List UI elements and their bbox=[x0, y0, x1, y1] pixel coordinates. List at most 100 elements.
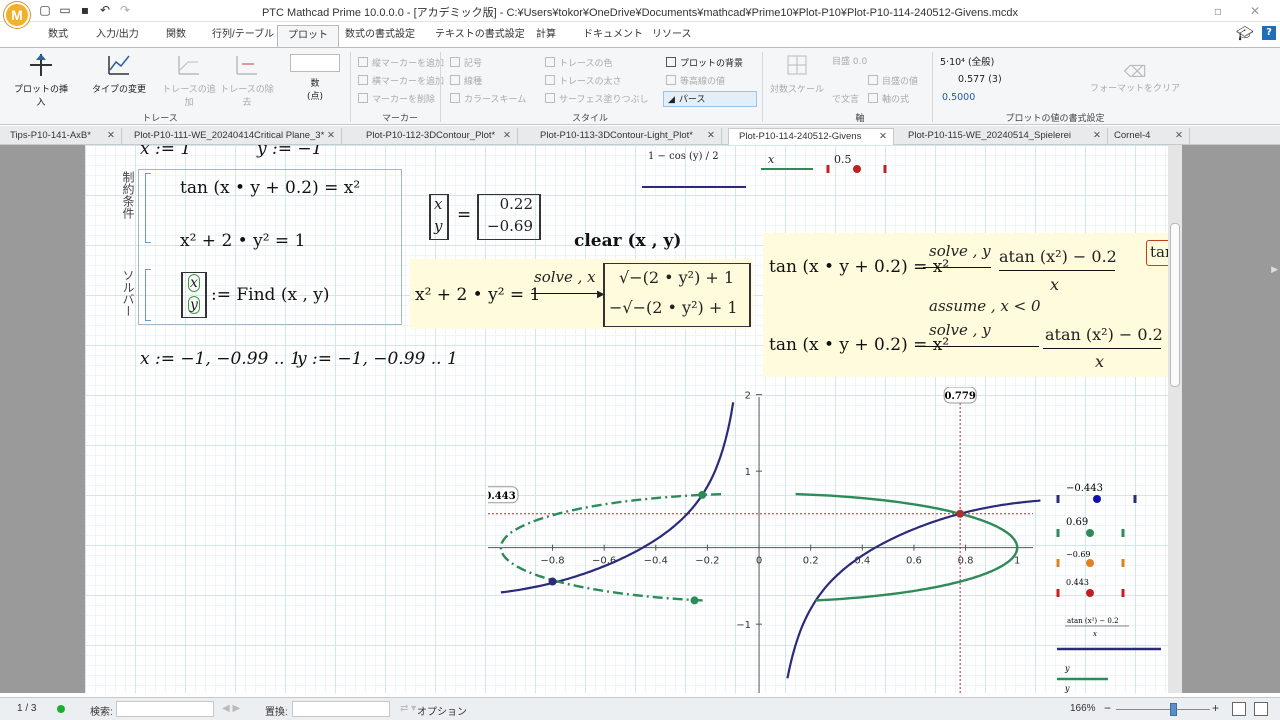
change-type-button[interactable]: タイプの変更 bbox=[88, 52, 150, 95]
constraint-equation-2[interactable]: x² + 2 • y² = 1 bbox=[180, 231, 305, 251]
partial-expression[interactable]: 1 − cos (y) / 2 bbox=[648, 151, 719, 162]
zoom-out-icon[interactable]: − bbox=[1104, 701, 1111, 715]
tab-math-format[interactable]: 数式の書式設定 bbox=[335, 25, 425, 47]
doc-tab[interactable]: Tips-P10-141-AxB* ✕ bbox=[0, 128, 122, 145]
symbol-dropdown[interactable]: 記号 bbox=[450, 56, 482, 72]
doc-tab[interactable]: Plot-P10-115-WE_20240514_Spielerei ✕ bbox=[898, 128, 1108, 145]
close-tab-icon[interactable]: ✕ bbox=[1093, 128, 1101, 144]
xy-plot[interactable]: −0.8 −0.6 −0.4 −0.2 0 0.2 0.4 0.6 0.8 1−112 0.779… bbox=[488, 387, 1043, 693]
solution-point[interactable] bbox=[698, 490, 707, 499]
doc-tab[interactable]: Cornel-4 ✕ bbox=[1104, 128, 1190, 145]
tab-document[interactable]: ドキュメント bbox=[573, 25, 653, 47]
x-definition[interactable]: x := 1 bbox=[140, 145, 191, 159]
scrollbar-thumb[interactable] bbox=[1170, 223, 1180, 387]
tick-values-button[interactable]: 目盛の値 bbox=[868, 74, 918, 90]
zoom-in-icon[interactable]: + bbox=[1212, 701, 1219, 715]
mathcad-logo-icon[interactable]: M bbox=[4, 2, 30, 28]
separator bbox=[932, 52, 933, 122]
format-precision-dropdown[interactable]: 0.577 (3) bbox=[958, 74, 1075, 85]
clear-expression[interactable]: clear (x , y) bbox=[574, 231, 681, 251]
doc-tab[interactable]: Plot-P10-112-3DContour_Plot* ✕ bbox=[356, 128, 518, 145]
result-rhs-vector[interactable]: 0.22 −0.69 bbox=[477, 194, 541, 240]
remove-trace-button[interactable]: トレースの除去 bbox=[216, 52, 278, 108]
group-marker-label: マーカー bbox=[381, 114, 418, 124]
doc-tab[interactable]: Plot-P10-113-3DContour-Light_Plot* ✕ bbox=[530, 128, 722, 145]
group-format-label: プロットの値の書式設定 bbox=[1005, 114, 1105, 124]
cut-off-expression[interactable]: tar bbox=[1146, 240, 1168, 266]
plot-background-dropdown[interactable]: プロットの背景 bbox=[666, 56, 743, 72]
restore-icon[interactable]: ▫ bbox=[1203, 2, 1233, 20]
constraint-equation-1[interactable]: tan (x • y + 0.2) = x² bbox=[180, 178, 360, 198]
solution-point[interactable] bbox=[548, 577, 557, 586]
zoom-slider-thumb[interactable] bbox=[1170, 703, 1177, 716]
close-tab-icon[interactable]: ✕ bbox=[107, 128, 115, 144]
search-input[interactable] bbox=[116, 701, 214, 717]
tab-text-format[interactable]: テキストの書式設定 bbox=[425, 25, 535, 47]
line-style-dropdown[interactable]: 線種 bbox=[450, 74, 482, 90]
y-definition[interactable]: y := −1 bbox=[257, 145, 322, 159]
close-tab-icon[interactable]: ✕ bbox=[1175, 128, 1183, 144]
tick-label-button[interactable]: 目盛 0.0 bbox=[832, 56, 868, 72]
tab-io[interactable]: 入力/出力 bbox=[86, 25, 149, 47]
add-horizontal-marker-button[interactable]: 横マーカーを追加 bbox=[358, 74, 444, 90]
find-vector[interactable]: x y bbox=[181, 272, 207, 318]
worksheet[interactable]: x := 1 y := −1 制約条件 ソルバー tan (x • y + 0.… bbox=[85, 145, 1168, 693]
close-tab-icon[interactable]: ✕ bbox=[327, 128, 335, 144]
constraint-bracket bbox=[145, 173, 151, 243]
solve-operator: solve , x bbox=[534, 268, 596, 286]
tab-functions[interactable]: 関数 bbox=[156, 25, 196, 47]
page-view-icon[interactable] bbox=[1232, 702, 1246, 716]
constraint-label: 制約条件 bbox=[121, 171, 135, 219]
options-button[interactable]: オプション bbox=[417, 703, 467, 718]
contour-value-button[interactable]: 等高線の値 bbox=[666, 74, 725, 90]
number-points-select[interactable] bbox=[290, 54, 340, 72]
tab-calc[interactable]: 計算 bbox=[526, 25, 566, 47]
insert-plot-button[interactable]: プロットの挿入 bbox=[10, 52, 72, 108]
tab-plot[interactable]: プロット bbox=[277, 25, 339, 47]
close-tab-icon[interactable]: ✕ bbox=[879, 129, 887, 145]
tab-matrix[interactable]: 行列/テーブル bbox=[202, 25, 284, 47]
prev-next-icons[interactable]: ◀ ▶ bbox=[222, 703, 240, 714]
trace-blue-curve[interactable] bbox=[500, 402, 1041, 679]
clear-format-button[interactable]: ⌫ フォーマットをクリア bbox=[1090, 62, 1180, 94]
replace-icons[interactable]: ⇄ ▾ bbox=[400, 703, 416, 714]
zoom-slider[interactable] bbox=[1116, 709, 1210, 710]
colorscheme-dropdown[interactable]: カラースキーム bbox=[450, 92, 526, 108]
close-tab-icon[interactable]: ✕ bbox=[503, 128, 511, 144]
find-function[interactable]: := Find (x , y) bbox=[211, 285, 330, 305]
separator bbox=[440, 52, 441, 122]
assume-operator: assume , x < 0 bbox=[929, 297, 1041, 315]
workspace: x := 1 y := −1 制約条件 ソルバー tan (x • y + 0.… bbox=[0, 145, 1280, 693]
draft-view-icon[interactable] bbox=[1254, 702, 1268, 716]
surface-fill-dropdown[interactable]: サーフェス塗りつぶし bbox=[545, 92, 649, 108]
close-window-icon[interactable]: ✕ bbox=[1240, 2, 1270, 20]
log-scale-button[interactable]: 対数スケール bbox=[768, 52, 826, 95]
graduation-cap-icon[interactable]: 🎓︎ bbox=[1236, 26, 1254, 42]
expand-arrow-icon[interactable]: ▶ bbox=[1271, 265, 1278, 275]
delete-marker-button[interactable]: マーカーを削除 bbox=[358, 92, 435, 108]
tab-math[interactable]: 数式 bbox=[38, 25, 78, 47]
solve-lhs: x² + 2 • y² = 1 bbox=[415, 285, 541, 305]
solution-point[interactable] bbox=[690, 596, 699, 605]
add-vertical-marker-button[interactable]: 縦マーカーを追加 bbox=[358, 56, 444, 72]
vertical-scrollbar[interactable] bbox=[1168, 145, 1182, 693]
close-tab-icon[interactable]: ✕ bbox=[707, 128, 715, 144]
perspective-toggle[interactable]: ◢ パース bbox=[663, 91, 757, 107]
solve-result-vector: √−(2 • y²) + 1 −√−(2 • y²) + 1 bbox=[603, 263, 751, 327]
add-trace-button[interactable]: トレースの追加 bbox=[158, 52, 220, 108]
replace-input[interactable] bbox=[292, 701, 390, 717]
label-adjust-button[interactable]: で文言 bbox=[832, 92, 859, 108]
x-range-definition[interactable]: x := −1, −0.99 .. 1 bbox=[140, 349, 301, 369]
solve3-rhs-den: x bbox=[1095, 352, 1105, 371]
trace-color-dropdown[interactable]: トレースの色 bbox=[545, 56, 613, 72]
doc-tab-active[interactable]: Plot-P10-114-240512-Givens ✕ bbox=[728, 128, 894, 145]
solution-point[interactable] bbox=[956, 509, 965, 518]
zoom-level: 166% bbox=[1070, 703, 1096, 714]
axis-expression-button[interactable]: 軸の式 bbox=[868, 92, 909, 108]
help-icon[interactable]: ? bbox=[1262, 26, 1276, 40]
tab-resources[interactable]: リソース bbox=[642, 25, 702, 47]
trace-width-dropdown[interactable]: トレースの太さ bbox=[545, 74, 622, 90]
doc-tab[interactable]: Plot-P10-111-WE_20240414Critical Plane_3… bbox=[124, 128, 342, 145]
y-range-definition[interactable]: y := −1, −0.99 .. 1 bbox=[297, 349, 458, 369]
format-general-dropdown[interactable]: 5·10⁴ (全般) bbox=[940, 54, 1075, 68]
